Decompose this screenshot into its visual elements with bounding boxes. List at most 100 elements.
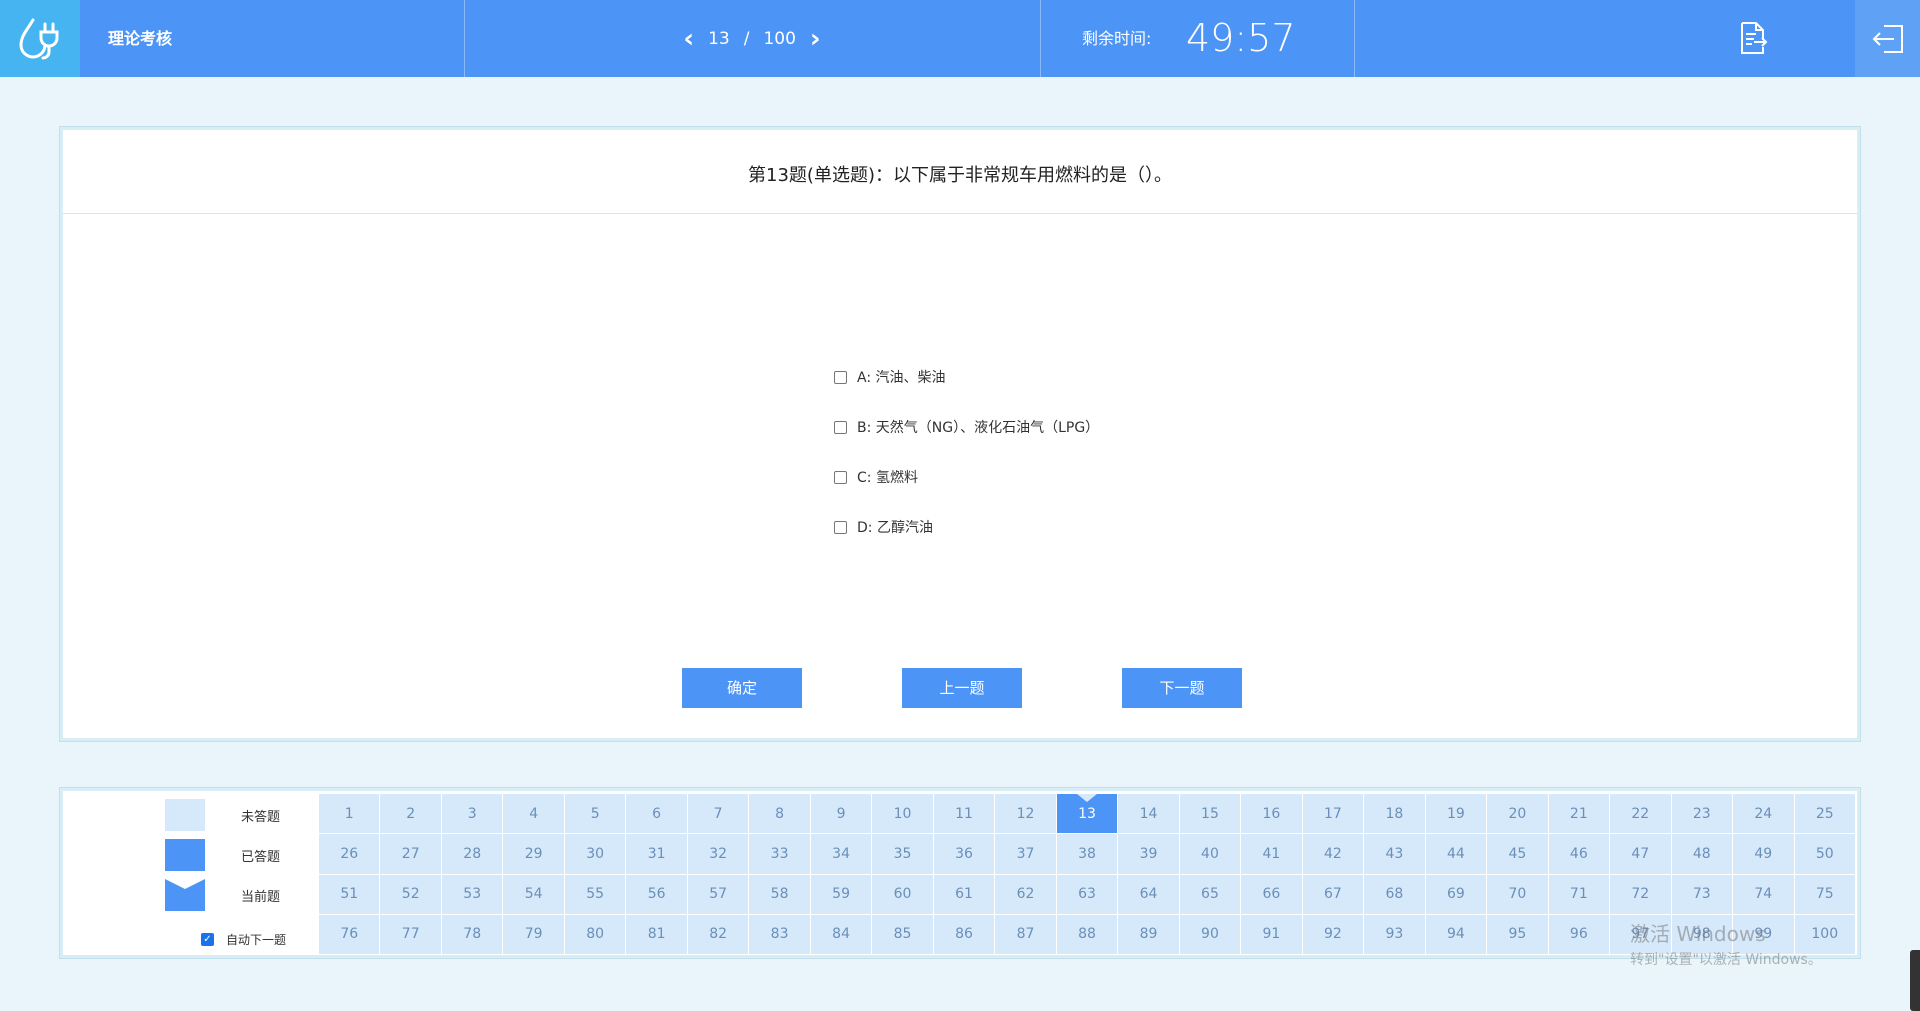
question-number-cell[interactable]: 75: [1794, 874, 1855, 914]
question-number-cell[interactable]: 16: [1241, 794, 1302, 834]
question-number-cell[interactable]: 24: [1733, 794, 1794, 834]
question-number-cell[interactable]: 60: [872, 874, 933, 914]
question-number-cell[interactable]: 22: [1610, 794, 1671, 834]
question-number-cell[interactable]: 42: [1302, 834, 1364, 874]
question-number-cell[interactable]: 23: [1671, 794, 1733, 834]
chevron-left-icon[interactable]: ‹: [683, 26, 694, 52]
question-number-cell[interactable]: 12: [995, 794, 1056, 834]
option-a[interactable]: A: 汽油、柴油: [834, 352, 1099, 402]
question-number-cell[interactable]: 69: [1425, 874, 1487, 914]
question-number-cell[interactable]: 11: [933, 794, 995, 834]
question-number-cell[interactable]: 88: [1056, 914, 1118, 954]
question-number-cell[interactable]: 68: [1364, 874, 1425, 914]
question-number-cell[interactable]: 36: [933, 834, 995, 874]
question-number-cell[interactable]: 67: [1302, 874, 1364, 914]
question-number-cell[interactable]: 78: [441, 914, 503, 954]
question-number-cell[interactable]: 91: [1241, 914, 1302, 954]
option-d[interactable]: D: 乙醇汽油: [834, 502, 1099, 552]
confirm-button[interactable]: 确定: [682, 668, 802, 708]
scrollbar-handle[interactable]: [1910, 950, 1920, 1011]
question-number-cell[interactable]: 59: [810, 874, 872, 914]
auto-next-toggle[interactable]: ✓ 自动下一题: [201, 931, 286, 948]
option-d-checkbox[interactable]: [834, 520, 847, 534]
question-number-cell[interactable]: 33: [749, 834, 810, 874]
question-number-cell[interactable]: 44: [1425, 834, 1487, 874]
option-c[interactable]: C: 氢燃料: [834, 452, 1099, 502]
question-number-cell[interactable]: 45: [1487, 834, 1548, 874]
question-number-cell[interactable]: 14: [1118, 794, 1179, 834]
question-number-cell[interactable]: 53: [441, 874, 503, 914]
question-number-cell[interactable]: 49: [1733, 834, 1794, 874]
question-number-cell[interactable]: 40: [1179, 834, 1241, 874]
question-number-cell[interactable]: 80: [564, 914, 626, 954]
question-number-cell[interactable]: 30: [564, 834, 626, 874]
question-number-cell[interactable]: 34: [810, 834, 872, 874]
question-number-cell[interactable]: 63: [1056, 874, 1118, 914]
question-number-cell[interactable]: 19: [1425, 794, 1487, 834]
question-number-cell[interactable]: 27: [380, 834, 441, 874]
question-number-cell[interactable]: 29: [503, 834, 564, 874]
question-number-cell[interactable]: 73: [1671, 874, 1733, 914]
chevron-right-icon[interactable]: ›: [810, 26, 821, 52]
question-number-cell[interactable]: 84: [810, 914, 872, 954]
question-number-cell[interactable]: 10: [872, 794, 933, 834]
submit-paper-icon[interactable]: [1734, 20, 1770, 56]
question-number-cell[interactable]: 47: [1610, 834, 1671, 874]
question-number-cell[interactable]: 51: [319, 874, 380, 914]
question-number-cell[interactable]: 86: [933, 914, 995, 954]
question-number-cell[interactable]: 37: [995, 834, 1056, 874]
question-number-cell[interactable]: 5: [564, 794, 626, 834]
question-number-cell[interactable]: 13: [1056, 794, 1118, 834]
question-number-cell[interactable]: 7: [687, 794, 749, 834]
question-number-cell[interactable]: 56: [626, 874, 687, 914]
question-number-cell[interactable]: 72: [1610, 874, 1671, 914]
question-number-cell[interactable]: 48: [1671, 834, 1733, 874]
question-number-cell[interactable]: 85: [872, 914, 933, 954]
question-number-cell[interactable]: 50: [1794, 834, 1855, 874]
question-number-cell[interactable]: 39: [1118, 834, 1179, 874]
option-b[interactable]: B: 天然气（NG）、液化石油气（LPG）: [834, 402, 1099, 452]
question-number-cell[interactable]: 71: [1548, 874, 1610, 914]
question-number-cell[interactable]: 17: [1302, 794, 1364, 834]
question-number-cell[interactable]: 94: [1425, 914, 1487, 954]
question-number-cell[interactable]: 21: [1548, 794, 1610, 834]
question-number-cell[interactable]: 57: [687, 874, 749, 914]
question-number-cell[interactable]: 15: [1179, 794, 1241, 834]
question-number-cell[interactable]: 35: [872, 834, 933, 874]
question-number-cell[interactable]: 81: [626, 914, 687, 954]
question-number-cell[interactable]: 31: [626, 834, 687, 874]
question-number-cell[interactable]: 64: [1118, 874, 1179, 914]
question-number-cell[interactable]: 77: [380, 914, 441, 954]
question-number-cell[interactable]: 25: [1794, 794, 1855, 834]
question-number-cell[interactable]: 66: [1241, 874, 1302, 914]
option-c-checkbox[interactable]: [834, 470, 847, 484]
question-number-cell[interactable]: 52: [380, 874, 441, 914]
question-number-cell[interactable]: 3: [441, 794, 503, 834]
question-number-cell[interactable]: 79: [503, 914, 564, 954]
auto-next-checkbox[interactable]: ✓: [201, 933, 214, 946]
question-number-cell[interactable]: 58: [749, 874, 810, 914]
question-number-cell[interactable]: 83: [749, 914, 810, 954]
option-a-checkbox[interactable]: [834, 370, 847, 384]
question-number-cell[interactable]: 55: [564, 874, 626, 914]
next-question-button[interactable]: 下一题: [1122, 668, 1242, 708]
question-number-cell[interactable]: 9: [810, 794, 872, 834]
question-number-cell[interactable]: 38: [1056, 834, 1118, 874]
question-number-cell[interactable]: 87: [995, 914, 1056, 954]
question-number-cell[interactable]: 70: [1487, 874, 1548, 914]
question-number-cell[interactable]: 65: [1179, 874, 1241, 914]
question-number-cell[interactable]: 54: [503, 874, 564, 914]
question-number-cell[interactable]: 92: [1302, 914, 1364, 954]
question-number-cell[interactable]: 46: [1548, 834, 1610, 874]
question-number-cell[interactable]: 2: [380, 794, 441, 834]
question-number-cell[interactable]: 95: [1487, 914, 1548, 954]
question-number-cell[interactable]: 4: [503, 794, 564, 834]
question-number-cell[interactable]: 89: [1118, 914, 1179, 954]
question-number-cell[interactable]: 96: [1548, 914, 1610, 954]
question-number-cell[interactable]: 6: [626, 794, 687, 834]
question-number-cell[interactable]: 8: [749, 794, 810, 834]
question-number-cell[interactable]: 74: [1733, 874, 1794, 914]
question-number-cell[interactable]: 82: [687, 914, 749, 954]
question-number-cell[interactable]: 93: [1364, 914, 1425, 954]
prev-question-button[interactable]: 上一题: [902, 668, 1022, 708]
